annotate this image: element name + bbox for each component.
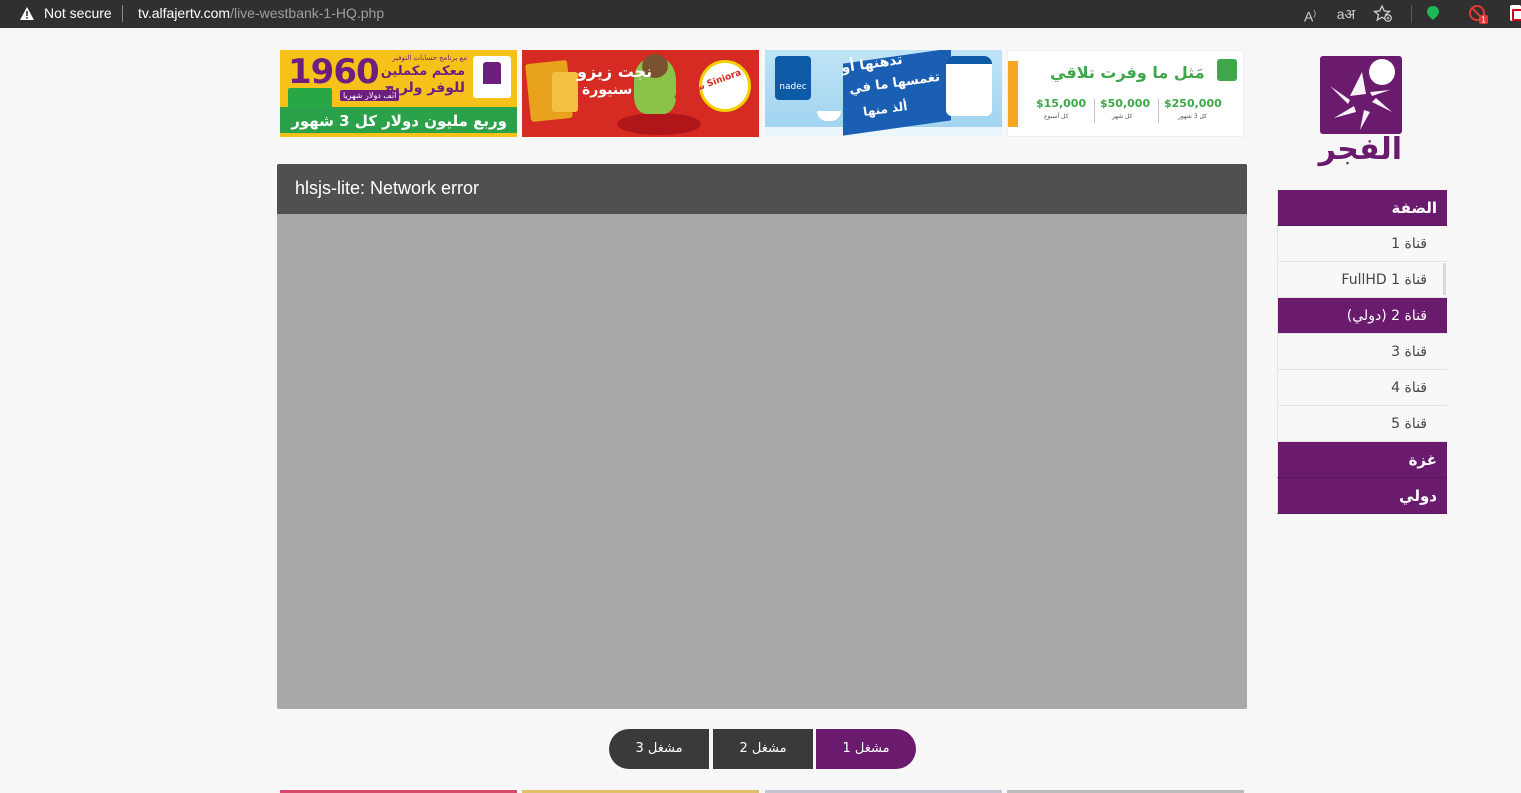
ad-price: $50,000: [1100, 97, 1151, 110]
bank-logo: [473, 56, 511, 98]
price-divider: [1094, 99, 1095, 123]
menu-item-channel-2-international[interactable]: قناة 2 (دولي): [1277, 298, 1447, 334]
ad-line-b: سنيورة: [582, 82, 633, 98]
menu-item-channel-1-fullhd[interactable]: قناة 1 FullHD: [1277, 262, 1447, 298]
menu-item-channel-5[interactable]: قناة 5: [1277, 406, 1447, 442]
jar-image: [946, 56, 992, 116]
ad-banner-nadec[interactable]: nadec تدهنها أو تغمسها ما في ألذ منها: [765, 50, 1002, 137]
alfajer-logo-text: الفجر: [1318, 132, 1402, 167]
menu-section-gaza[interactable]: غزة: [1277, 442, 1447, 478]
url-field[interactable]: tv.alfajertv.com/live-westbank-1-HQ.php: [138, 5, 384, 21]
player-1-button[interactable]: مشغل 1: [816, 729, 916, 769]
menu-item-channel-3[interactable]: قناة 3: [1277, 334, 1447, 370]
player-3-button[interactable]: مشغل 3: [609, 729, 709, 769]
translate-icon[interactable]: aअ: [1335, 3, 1357, 25]
ad-line-b: للوفر ولربح: [384, 80, 465, 96]
ad-banner-siniora[interactable]: نجت زيزو سنيورة سنيورة Siniora: [522, 50, 759, 137]
bowl-image: [817, 111, 841, 121]
player-error-bar: hlsjs-lite: Network error: [277, 164, 1247, 214]
price-divider: [1158, 99, 1159, 123]
ad-line-a: نجت زيزو: [577, 62, 653, 81]
extension-red-icon[interactable]: 1: [1468, 4, 1488, 24]
address-separator: [122, 5, 123, 22]
player-2-button[interactable]: مشغل 2: [713, 729, 813, 769]
video-player[interactable]: hlsjs-lite: Network error: [277, 164, 1247, 709]
channel-menu: الضفة قناة 1 قناة 1 FullHD قناة 2 (دولي)…: [1277, 190, 1447, 514]
security-label[interactable]: Not secure: [44, 5, 112, 21]
ad-line-a: معكم مكملين: [380, 64, 465, 79]
ad-title: مَثل ما وفرت تلاقي: [1050, 63, 1205, 82]
browser-address-bar: Not secure tv.alfajertv.com/live-westban…: [0, 0, 1521, 28]
bank-logo: [1217, 59, 1237, 81]
ad-banner-bank[interactable]: 1960 ألف دولار شهريا مع برنامج حسابات ال…: [280, 50, 517, 137]
menu-scrollbar[interactable]: [1443, 263, 1446, 295]
extension-green-icon[interactable]: [1426, 5, 1440, 21]
ad-strip-text: وربع مليون دولار كل 3 شهور: [291, 112, 507, 130]
ad-period: كل شهر: [1112, 113, 1133, 120]
ad-price: $250,000: [1164, 97, 1222, 110]
product-bag-small: [552, 72, 578, 112]
ad-banner-savings[interactable]: مَثل ما وفرت تلاقي $15,000 $50,000 $250,…: [1007, 50, 1244, 137]
url-path: /live-westbank-1-HQ.php: [230, 5, 385, 21]
read-aloud-icon[interactable]: A): [1299, 3, 1321, 25]
nadec-logo: nadec: [775, 56, 811, 100]
toolbar-separator: [1411, 5, 1412, 23]
ad-period: كل 3 شهور: [1178, 113, 1207, 120]
ad-badge: [288, 88, 332, 108]
extension-icon[interactable]: [1510, 5, 1521, 21]
ad-period: كل أسبوع: [1044, 113, 1069, 120]
ad-stage: [617, 113, 701, 135]
menu-section-westbank[interactable]: الضفة: [1277, 190, 1447, 226]
menu-item-channel-4[interactable]: قناة 4: [1277, 370, 1447, 406]
favorite-icon[interactable]: [1372, 3, 1394, 25]
ad-price: $15,000: [1036, 97, 1087, 110]
player-error-message: hlsjs-lite: Network error: [295, 178, 480, 198]
extension-badge: 1: [1481, 16, 1486, 25]
url-host: tv.alfajertv.com: [138, 5, 231, 21]
warning-icon[interactable]: [19, 6, 35, 21]
ad-line-small: مع برنامج حسابات التوفير: [392, 54, 467, 62]
menu-item-channel-1[interactable]: قناة 1: [1277, 226, 1447, 262]
ad-side-strip: [1008, 61, 1018, 127]
menu-section-international[interactable]: دولي: [1277, 478, 1447, 514]
ad-number: 1960: [288, 52, 380, 92]
